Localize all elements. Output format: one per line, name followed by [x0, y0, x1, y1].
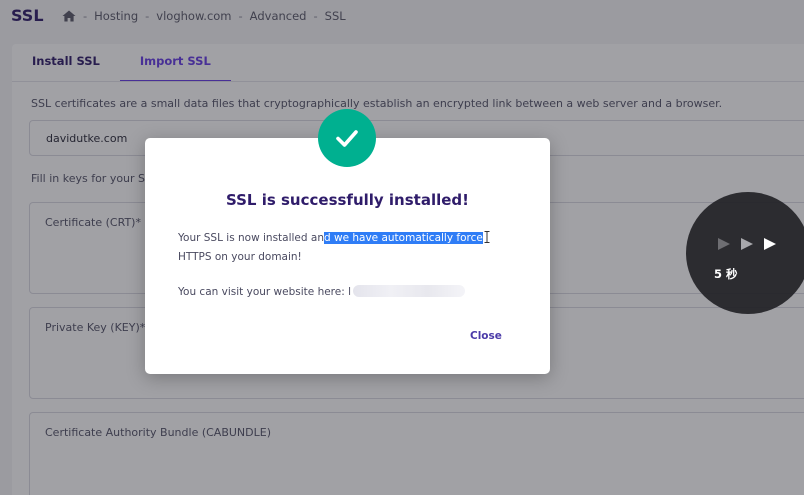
fast-forward-icon — [717, 237, 786, 251]
modal-message: Your SSL is now installed and we have au… — [178, 229, 518, 267]
play-arrow-icon — [740, 237, 754, 251]
skip-seconds-label: 5 秒 — [714, 267, 738, 281]
success-check-badge — [318, 109, 376, 167]
close-button[interactable]: Close — [470, 330, 502, 342]
text-cursor-icon — [484, 231, 490, 243]
play-arrow-icon — [763, 237, 777, 251]
visit-website-label: You can visit your website here: l — [178, 286, 352, 298]
visit-website-text: You can visit your website here: l — [178, 285, 466, 298]
play-arrow-icon — [717, 237, 731, 251]
website-link[interactable] — [353, 285, 466, 297]
check-icon — [336, 130, 358, 147]
ssl-success-modal: SSL is successfully installed! Your SSL … — [145, 138, 550, 374]
modal-message-start: Your SSL is now installed an — [178, 232, 324, 244]
selected-text: d we have automatically force — [323, 232, 483, 244]
skip-forward-indicator: 5 秒 — [686, 192, 804, 314]
modal-title: SSL is successfully installed! — [226, 191, 469, 209]
modal-message-end: HTTPS on your domain! — [178, 251, 302, 263]
